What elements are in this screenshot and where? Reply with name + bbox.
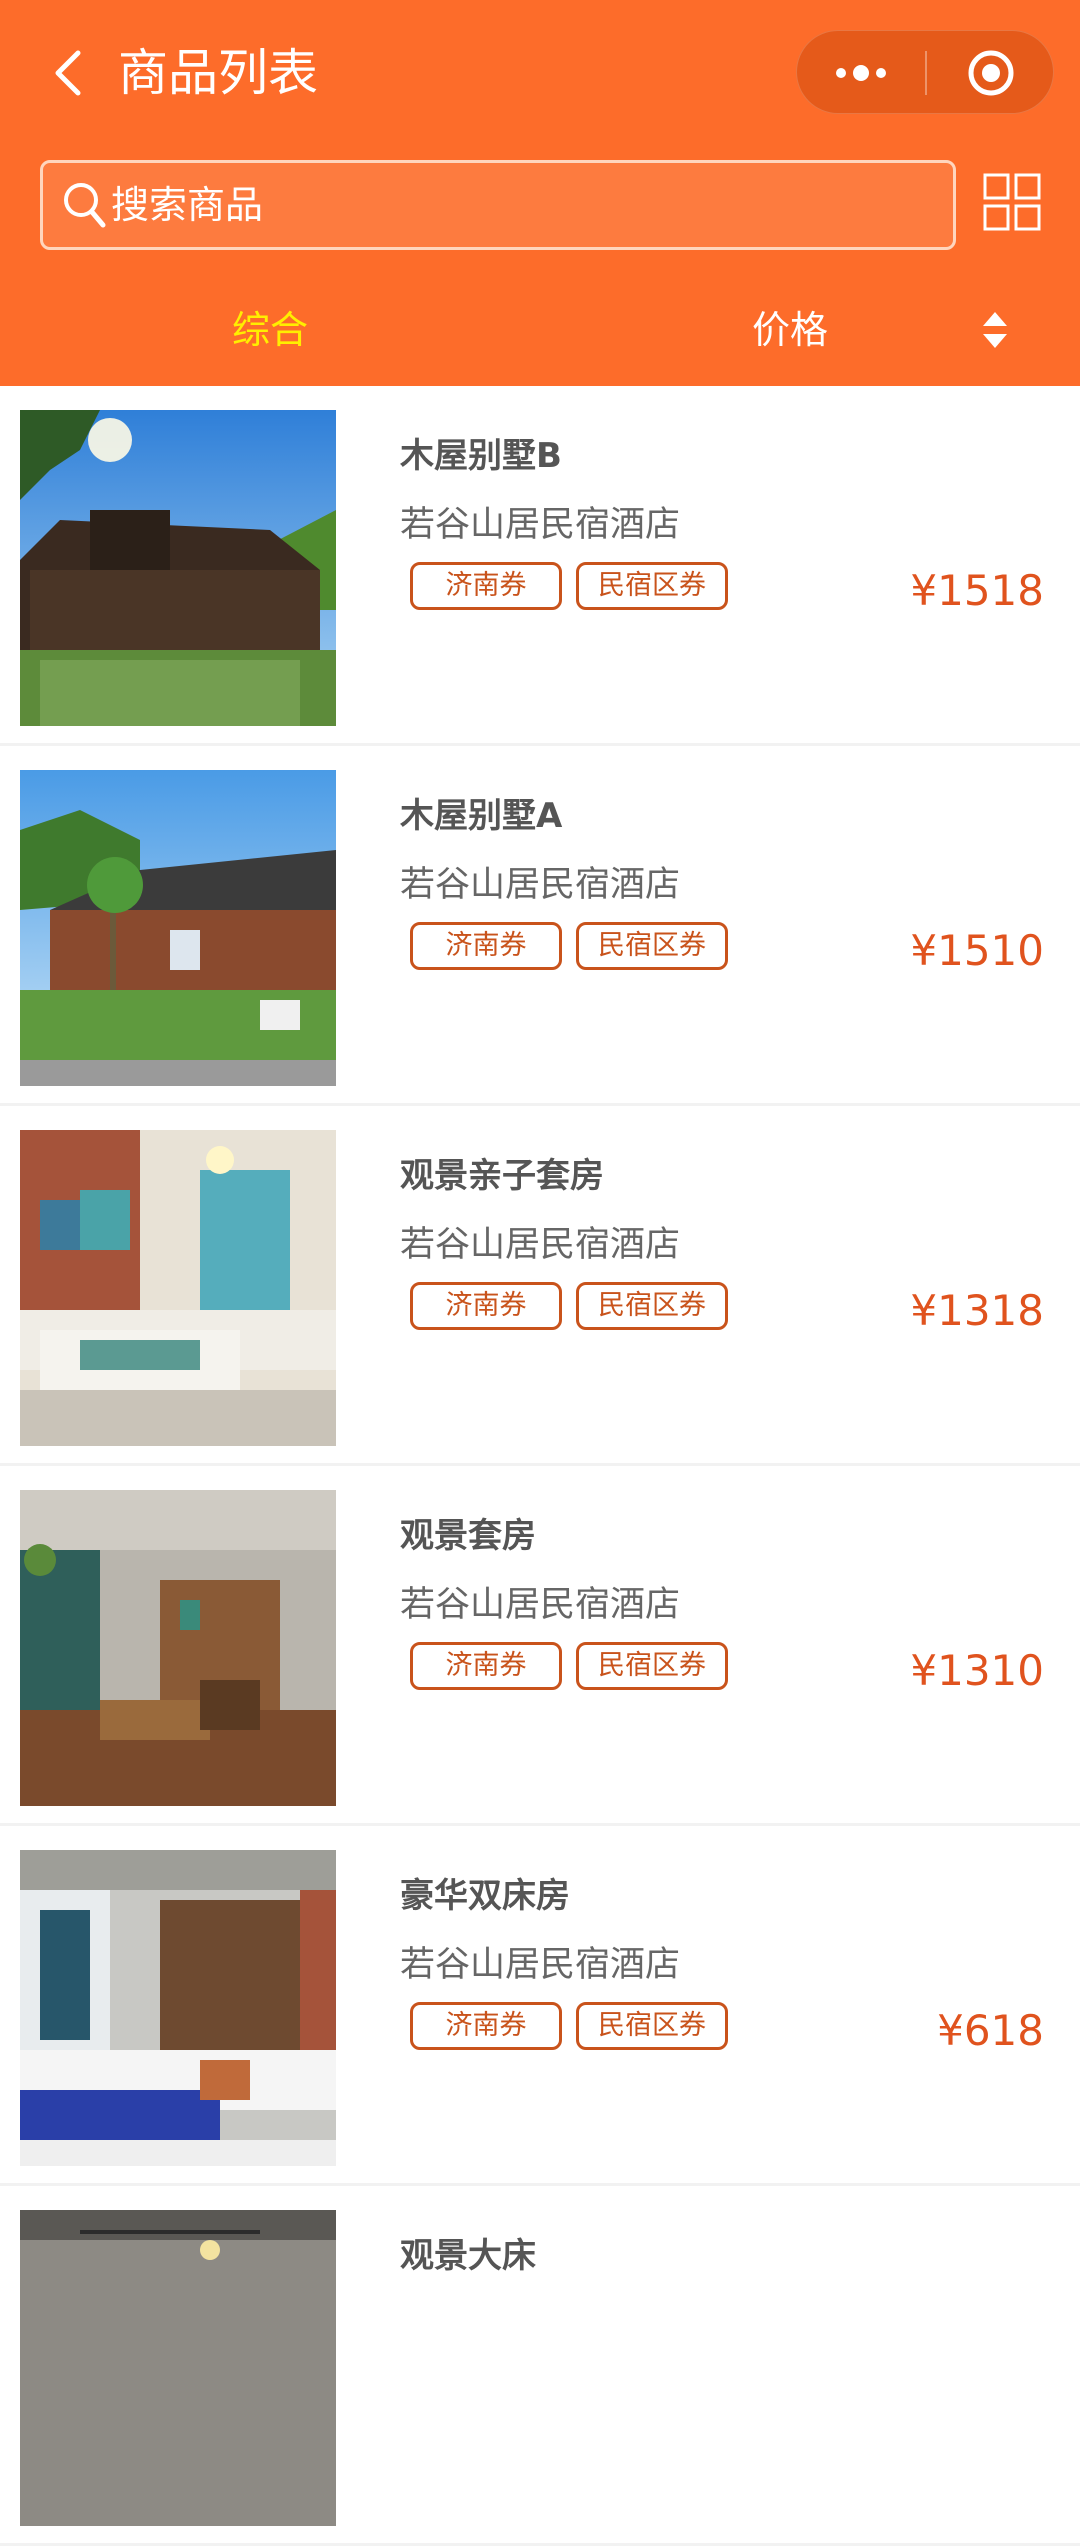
product-image bbox=[20, 1130, 336, 1446]
product-name: 观景大床 bbox=[400, 2236, 536, 2276]
search-box bbox=[40, 160, 956, 250]
tab-composite[interactable]: 综合 bbox=[160, 290, 380, 370]
coupon-tag: 民宿区券 bbox=[576, 1642, 728, 1690]
product-price: ¥1318 bbox=[910, 1286, 1044, 1335]
product-item[interactable]: 豪华双床房 若谷山居民宿酒店 济南券 民宿区券 ¥618 bbox=[0, 1826, 1080, 2186]
hotel-name: 若谷山居民宿酒店 bbox=[400, 1945, 681, 1985]
coupon-tags: 济南券 民宿区券 bbox=[410, 562, 728, 610]
product-name: 木屋别墅A bbox=[400, 796, 563, 836]
product-price: ¥1310 bbox=[910, 1646, 1044, 1695]
coupon-tag: 济南券 bbox=[410, 922, 562, 970]
back-button[interactable] bbox=[38, 38, 98, 108]
top-nav-bar: 商品列表 综合 价格 bbox=[0, 0, 1080, 386]
hotel-name: 若谷山居民宿酒店 bbox=[400, 1225, 681, 1265]
target-circle-icon bbox=[968, 50, 1014, 96]
coupon-tag: 济南券 bbox=[410, 2002, 562, 2050]
product-image bbox=[20, 1850, 336, 2166]
close-mini-program-button[interactable] bbox=[927, 31, 1055, 115]
chevron-left-icon bbox=[55, 50, 81, 96]
coupon-tag: 民宿区券 bbox=[576, 2002, 728, 2050]
hotel-name: 若谷山居民宿酒店 bbox=[400, 1585, 681, 1625]
product-list: 木屋别墅B 若谷山居民宿酒店 济南券 民宿区券 ¥1518 木屋别墅A 若谷山居… bbox=[0, 386, 1080, 2546]
product-item[interactable]: 观景套房 若谷山居民宿酒店 济南券 民宿区券 ¥1310 bbox=[0, 1466, 1080, 1826]
product-name: 木屋别墅B bbox=[400, 436, 562, 476]
product-item[interactable]: 木屋别墅B 若谷山居民宿酒店 济南券 民宿区券 ¥1518 bbox=[0, 386, 1080, 746]
product-image bbox=[20, 770, 336, 1086]
coupon-tags: 济南券 民宿区券 bbox=[410, 1282, 728, 1330]
coupon-tag: 济南券 bbox=[410, 562, 562, 610]
hotel-name: 若谷山居民宿酒店 bbox=[400, 505, 681, 545]
hotel-name: 若谷山居民宿酒店 bbox=[400, 865, 681, 905]
coupon-tag: 济南券 bbox=[410, 1642, 562, 1690]
product-name: 观景亲子套房 bbox=[400, 1156, 604, 1196]
sort-updown-icon[interactable] bbox=[980, 308, 1010, 352]
product-item[interactable]: 观景亲子套房 若谷山居民宿酒店 济南券 民宿区券 ¥1318 bbox=[0, 1106, 1080, 1466]
product-image bbox=[20, 1490, 336, 1806]
more-button[interactable] bbox=[797, 31, 925, 115]
product-name: 豪华双床房 bbox=[400, 1876, 570, 1916]
grid-view-icon[interactable] bbox=[982, 172, 1042, 232]
product-item[interactable]: 木屋别墅A 若谷山居民宿酒店 济南券 民宿区券 ¥1510 bbox=[0, 746, 1080, 1106]
coupon-tag: 民宿区券 bbox=[576, 562, 728, 610]
product-price: ¥1518 bbox=[910, 566, 1044, 615]
product-price: ¥618 bbox=[937, 2006, 1044, 2055]
coupon-tag: 民宿区券 bbox=[576, 922, 728, 970]
sort-bar: 综合 价格 bbox=[0, 290, 1080, 370]
product-name: 观景套房 bbox=[400, 1516, 536, 1556]
coupon-tags: 济南券 民宿区券 bbox=[410, 2002, 728, 2050]
coupon-tag: 济南券 bbox=[410, 1282, 562, 1330]
mini-program-capsule bbox=[796, 30, 1054, 114]
tab-price[interactable]: 价格 bbox=[680, 290, 900, 370]
coupon-tags: 济南券 民宿区券 bbox=[410, 922, 728, 970]
product-image bbox=[20, 410, 336, 726]
product-item[interactable]: 观景大床 bbox=[0, 2186, 1080, 2546]
product-image bbox=[20, 2210, 336, 2526]
coupon-tag: 民宿区券 bbox=[576, 1282, 728, 1330]
search-icon bbox=[64, 183, 106, 228]
product-price: ¥1510 bbox=[910, 926, 1044, 975]
page-title: 商品列表 bbox=[118, 44, 318, 102]
coupon-tags: 济南券 民宿区券 bbox=[410, 1642, 728, 1690]
more-dots-icon bbox=[836, 65, 886, 81]
search-input[interactable] bbox=[111, 165, 953, 245]
